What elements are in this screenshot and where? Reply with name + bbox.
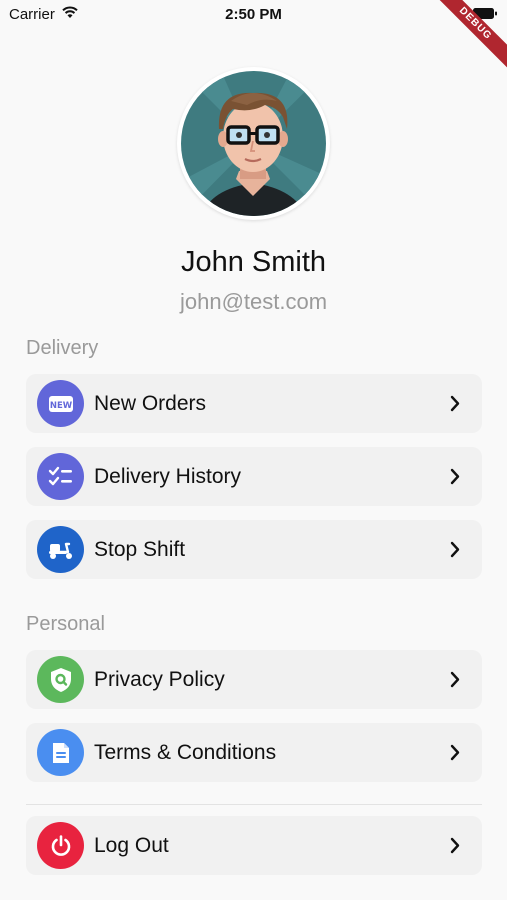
menu-label: Log Out — [94, 834, 169, 857]
menu-item-privacy-policy[interactable]: Privacy Policy — [26, 650, 482, 709]
menu-item-delivery-history[interactable]: Delivery History — [26, 447, 482, 506]
chevron-right-icon — [450, 468, 460, 485]
chevron-right-icon — [450, 744, 460, 761]
menu-item-log-out[interactable]: Log Out — [26, 816, 482, 875]
svg-text:NEW: NEW — [49, 401, 72, 411]
scooter-icon — [37, 526, 84, 573]
avatar[interactable] — [177, 67, 330, 220]
chevron-right-icon — [450, 671, 460, 688]
divider — [26, 804, 482, 805]
clock-time: 2:50 PM — [225, 6, 282, 23]
profile-name: John Smith — [180, 246, 327, 278]
menu-label: Privacy Policy — [94, 668, 225, 691]
profile-email: john@test.com — [179, 289, 328, 314]
power-icon — [37, 822, 84, 869]
section-title-delivery: Delivery — [26, 337, 99, 359]
section-title-personal: Personal — [26, 613, 105, 635]
status-bar: Carrier 2:50 PM — [0, 0, 507, 30]
avatar-illustration — [181, 71, 326, 216]
shield-search-icon — [37, 656, 84, 703]
checklist-icon — [37, 453, 84, 500]
chevron-right-icon — [450, 837, 460, 854]
menu-item-stop-shift[interactable]: Stop Shift — [26, 520, 482, 579]
menu-item-terms-conditions[interactable]: Terms & Conditions — [26, 723, 482, 782]
menu-label: Terms & Conditions — [94, 741, 277, 764]
menu-label: New Orders — [94, 392, 207, 415]
chevron-right-icon — [450, 395, 460, 412]
menu-label: Delivery History — [94, 465, 242, 488]
document-icon — [37, 729, 84, 776]
menu-item-new-orders[interactable]: NEW New Orders — [26, 374, 482, 433]
menu-label: Stop Shift — [94, 538, 186, 561]
chevron-right-icon — [450, 541, 460, 558]
new-badge-icon: NEW — [37, 380, 84, 427]
